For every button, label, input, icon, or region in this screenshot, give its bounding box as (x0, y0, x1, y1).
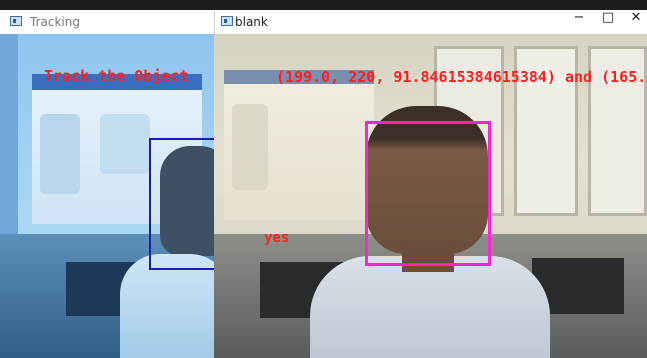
blank-window: blank − □ ✕ (199.0, 220, 91.846153846153… (214, 10, 647, 358)
blank-titlebar[interactable]: blank − □ ✕ (214, 10, 647, 34)
blank-video-feed: (199.0, 220, 91.84615384615384) and (165… (214, 34, 647, 358)
status-yes-text: yes (264, 230, 290, 246)
tracking-video-feed: Track the Object (0, 34, 214, 358)
wall-edge (0, 34, 18, 244)
poster-figure (100, 114, 150, 174)
blank-window-title: blank (235, 15, 268, 29)
app-window-icon (10, 16, 22, 26)
tracking-box (149, 138, 214, 270)
coordinates-overlay-text: (199.0, 220, 91.84615384615384) and (165… (276, 68, 647, 86)
tracking-titlebar[interactable]: Tracking (0, 10, 214, 34)
poster-figure (40, 114, 80, 194)
close-button[interactable]: ✕ (619, 10, 647, 34)
tracking-window: Tracking Track the Object (0, 10, 214, 358)
poster-figure (232, 104, 268, 190)
tracking-window-title: Tracking (30, 15, 80, 29)
tracking-overlay-text: Track the Object (44, 67, 189, 85)
app-window-icon (221, 16, 233, 26)
face-detection-box (365, 121, 491, 266)
